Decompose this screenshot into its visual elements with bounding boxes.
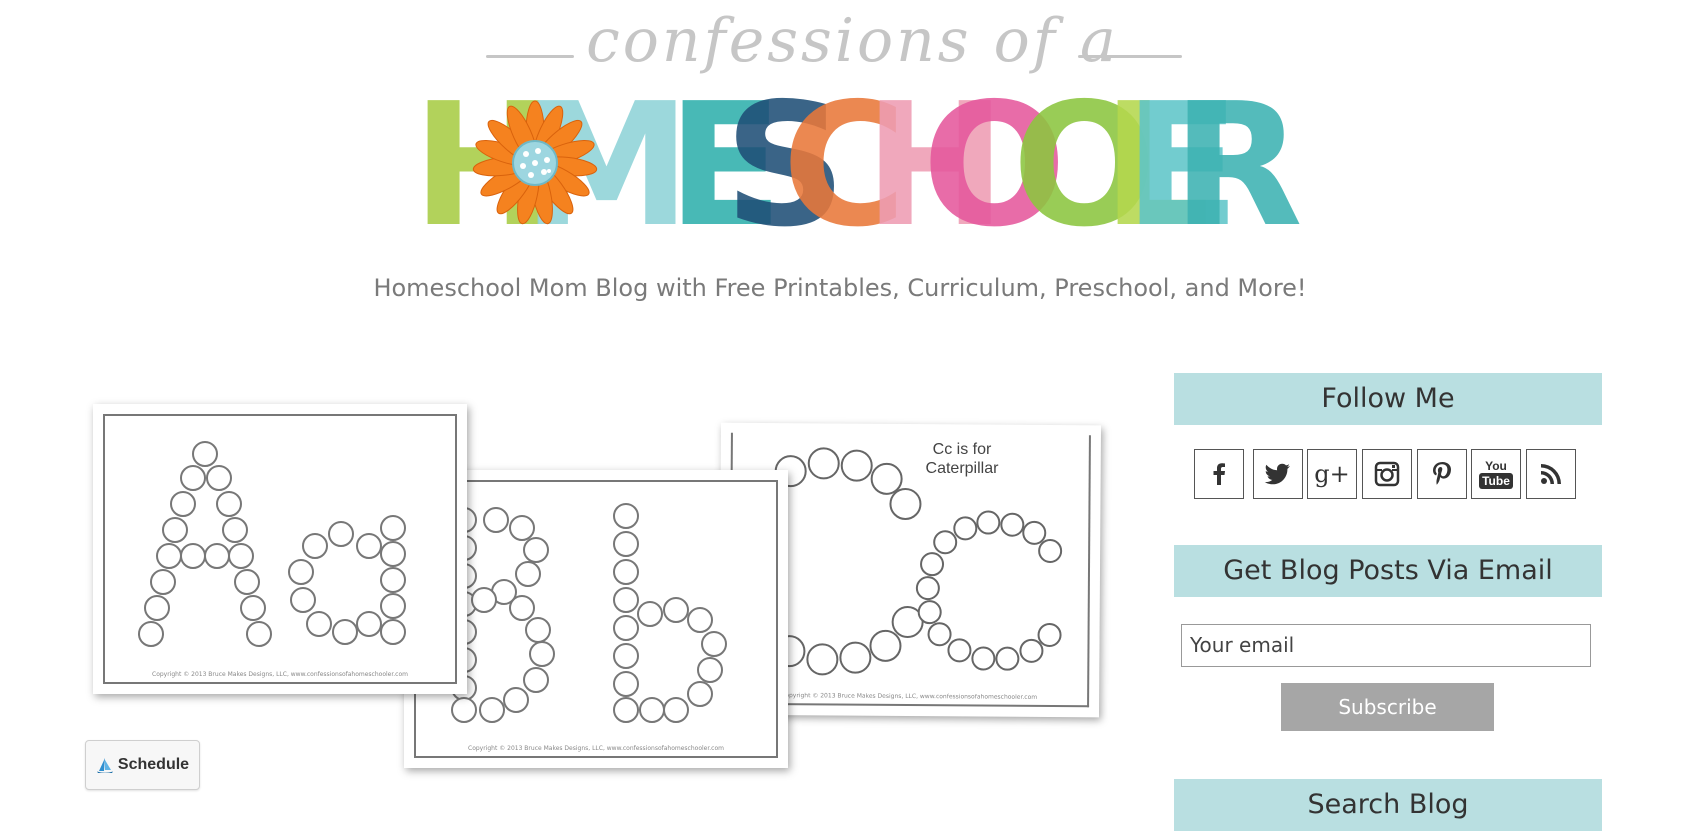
- card-c-caption-line: Cc is for: [932, 441, 992, 458]
- youtube-text-bottom: Tube: [1479, 472, 1513, 489]
- rss-icon[interactable]: [1526, 449, 1576, 499]
- google-plus-icon[interactable]: g+: [1307, 449, 1357, 499]
- subscribe-button[interactable]: Subscribe: [1281, 683, 1494, 731]
- instagram-icon[interactable]: [1362, 449, 1412, 499]
- card-copyright: Copyright © 2013 Bruce Makes Designs, LL…: [468, 745, 724, 752]
- sailboat-icon: [96, 758, 113, 773]
- card-c-caption-line: Caterpillar: [925, 460, 999, 477]
- schedule-label: Schedule: [117, 756, 190, 773]
- site-tagline: Homeschool Mom Blog with Free Printables…: [373, 274, 1307, 302]
- twitter-icon[interactable]: [1253, 449, 1303, 499]
- schedule-button[interactable]: Schedule: [85, 740, 200, 790]
- youtube-icon[interactable]: You Tube: [1471, 449, 1521, 499]
- email-field[interactable]: Your email: [1181, 624, 1591, 667]
- letter-a-dots: [138, 441, 406, 647]
- follow-me-heading: Follow Me: [1174, 373, 1602, 425]
- pinterest-icon[interactable]: [1417, 449, 1467, 499]
- youtube-text-top: You: [1485, 458, 1507, 473]
- site-logo[interactable]: confessions of a H M E S C H O O L E R: [0, 0, 1705, 265]
- printable-card-a: Copyright © 2013 Bruce Makes Designs, LL…: [93, 404, 467, 694]
- logo-script-text: confessions of a: [586, 6, 1119, 76]
- google-plus-glyph: g+: [1314, 460, 1350, 488]
- search-blog-heading: Search Blog: [1174, 779, 1602, 831]
- card-copyright: Copyright © 2013 Bruce Makes Designs, LL…: [152, 671, 408, 678]
- logo-letter: R: [1172, 67, 1303, 265]
- facebook-icon[interactable]: [1194, 449, 1244, 499]
- email-subscribe-heading: Get Blog Posts Via Email: [1174, 545, 1602, 597]
- card-c-caption: Cc is for Caterpillar: [872, 440, 1052, 478]
- flower-icon: [472, 100, 598, 225]
